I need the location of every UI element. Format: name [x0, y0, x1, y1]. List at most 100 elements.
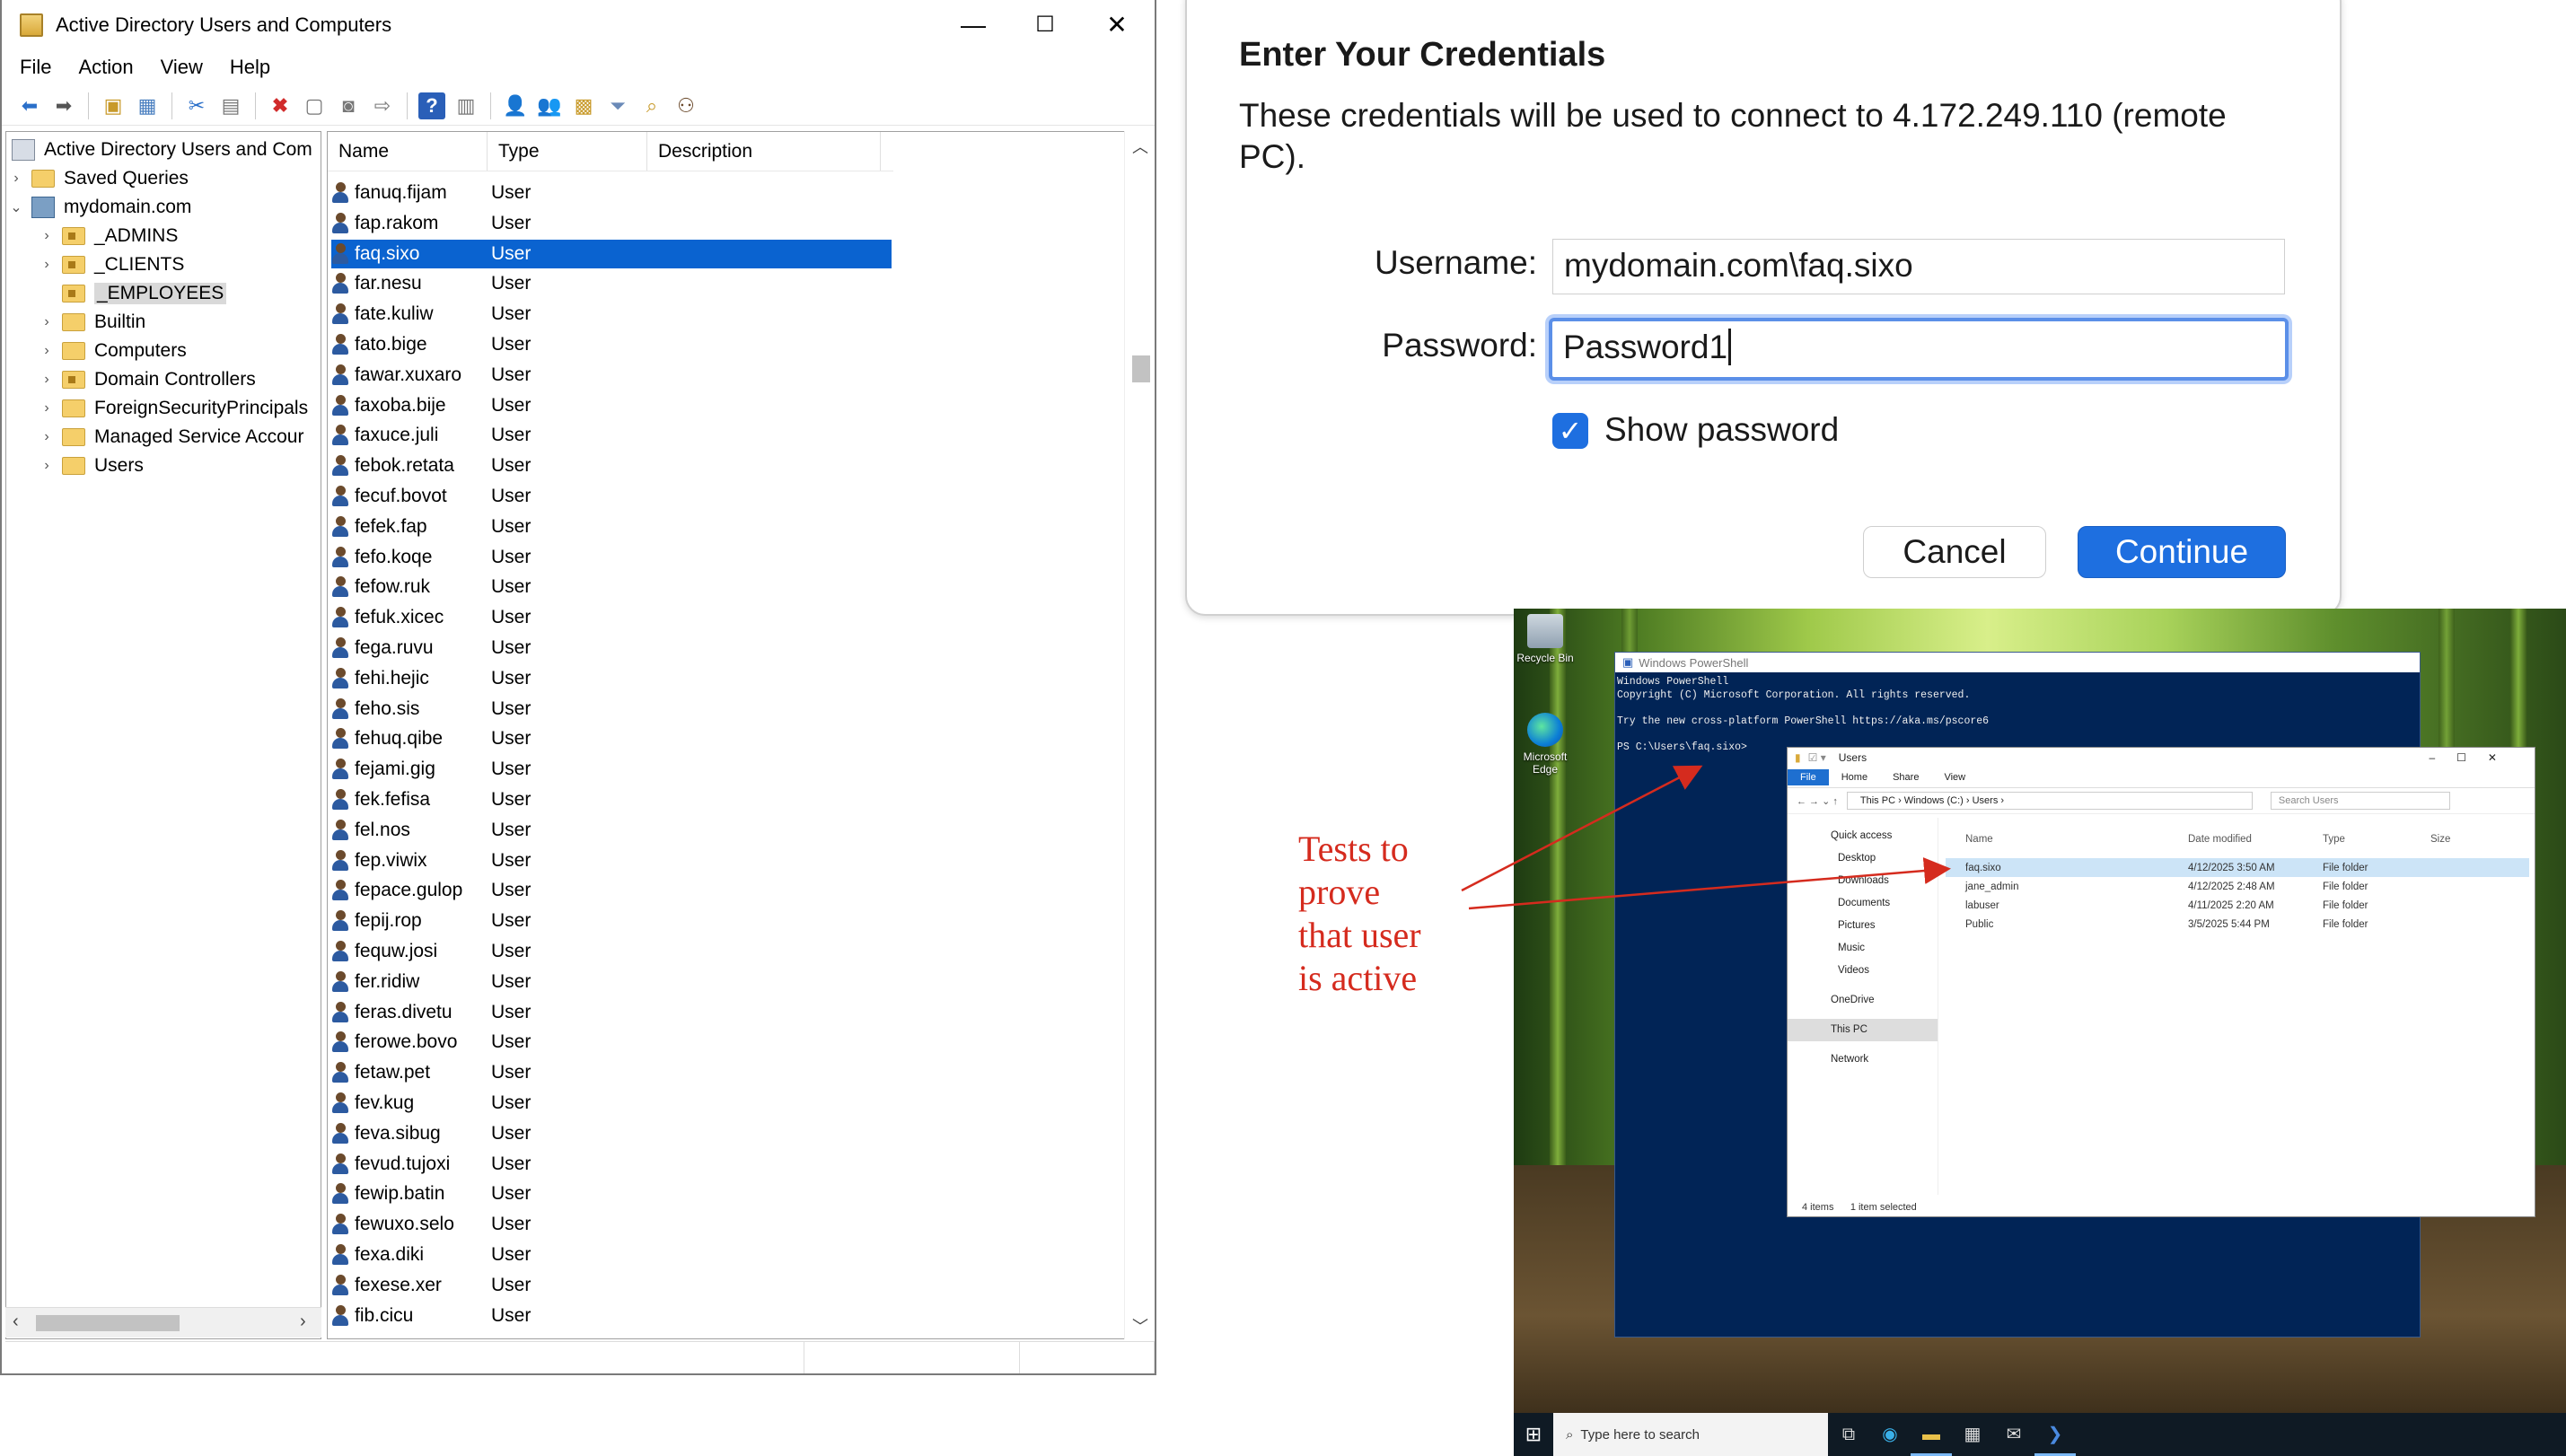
table-row[interactable]: fefow.ruk User	[331, 573, 892, 601]
table-row[interactable]: faxuce.juli User	[331, 421, 892, 450]
tree-users[interactable]: › Users	[39, 452, 144, 480]
table-row[interactable]: fehi.hejic User	[331, 664, 892, 693]
continue-button[interactable]: Continue	[2078, 526, 2286, 578]
tree-managed-service-accounts[interactable]: › Managed Service Accour	[39, 423, 303, 452]
minimize-button[interactable]: —	[955, 7, 991, 43]
cancel-button[interactable]: Cancel	[1863, 526, 2046, 578]
table-row[interactable]: fecuf.bovot User	[331, 482, 892, 511]
properties-icon[interactable]: ▢	[301, 92, 328, 119]
cut-icon[interactable]: ✂	[183, 92, 210, 119]
folder-row[interactable]: jane_admin 4/12/2025 2:48 AM File folder	[1946, 877, 2529, 896]
filter-icon[interactable]: ⏷	[604, 92, 631, 119]
table-row[interactable]: febok.retata User	[331, 452, 892, 480]
windows-start-icon[interactable]: ⊞	[1514, 1413, 1553, 1456]
table-row[interactable]: far.nesu User	[331, 269, 892, 298]
edge-desktop-icon[interactable]: Microsoft Edge	[1514, 713, 1577, 776]
file-explorer-taskbar-icon[interactable]: ▬	[1911, 1413, 1952, 1456]
nav-downloads[interactable]: Downloads	[1788, 870, 1938, 892]
table-row[interactable]: fepace.gulop User	[331, 876, 892, 905]
show-tree-icon[interactable]: ▦	[134, 92, 161, 119]
scrollbar-thumb[interactable]	[36, 1315, 180, 1331]
nav-quick-access[interactable]: Quick access	[1788, 825, 1938, 847]
up-folder-icon[interactable]: ▣	[100, 92, 127, 119]
new-ou-icon[interactable]: ▩	[570, 92, 597, 119]
nav-videos[interactable]: Videos	[1788, 960, 1938, 982]
chevron-right-icon[interactable]: ›	[39, 372, 55, 388]
explorer-search-input[interactable]: Search Users	[2270, 792, 2450, 810]
table-row[interactable]: fato.bige User	[331, 330, 892, 359]
table-row[interactable]: fehuq.qibe User	[331, 724, 892, 753]
column-name[interactable]: Name	[328, 132, 488, 171]
username-field[interactable]: mydomain.com\faq.sixo	[1552, 239, 2285, 294]
scrollbar-thumb[interactable]	[1132, 355, 1150, 382]
col-date[interactable]: Date modified	[2188, 834, 2323, 845]
table-row[interactable]: fanuq.fijam User	[331, 179, 892, 207]
table-row[interactable]: fer.ridiw User	[331, 968, 892, 996]
tree-ou-admins[interactable]: › _ADMINS	[39, 222, 178, 250]
delete-icon[interactable]: ✖	[267, 92, 294, 119]
col-size[interactable]: Size	[2430, 834, 2450, 845]
new-group-icon[interactable]: 👥	[536, 92, 563, 119]
quick-access-toolbar-icon[interactable]: ☑ ▾	[1808, 751, 1826, 764]
col-type[interactable]: Type	[2323, 834, 2430, 845]
tree-saved-queries[interactable]: › Saved Queries	[8, 164, 189, 193]
col-name[interactable]: Name	[1946, 834, 2188, 845]
table-row[interactable]: fawar.xuxaro User	[331, 361, 892, 390]
export-list-icon[interactable]: ⇨	[369, 92, 396, 119]
menu-action[interactable]: Action	[78, 56, 133, 79]
tree-domain[interactable]: ⌄ mydomain.com	[8, 193, 191, 222]
table-row[interactable]: fetaw.pet User	[331, 1058, 892, 1087]
table-row[interactable]: fel.nos User	[331, 816, 892, 845]
ribbon-view-tab[interactable]: View	[1931, 772, 1978, 783]
password-field[interactable]: Password1	[1549, 318, 2289, 381]
table-row[interactable]: fexa.diki User	[331, 1241, 892, 1269]
add-to-group-icon[interactable]: ⚇	[672, 92, 699, 119]
tree-domain-controllers[interactable]: › Domain Controllers	[39, 365, 255, 394]
forward-arrow-icon[interactable]: ➡	[50, 92, 77, 119]
column-description[interactable]: Description	[647, 132, 881, 171]
folder-row[interactable]: labuser 4/11/2025 2:20 AM File folder	[1946, 896, 2529, 915]
folder-row[interactable]: faq.sixo 4/12/2025 3:50 AM File folder	[1946, 858, 2529, 877]
folder-row[interactable]: Public 3/5/2025 5:44 PM File folder	[1946, 915, 2529, 934]
table-row[interactable]: fap.rakom User	[331, 209, 892, 238]
menu-file[interactable]: File	[20, 56, 51, 79]
nav-arrows-icon[interactable]: ← → ⌄ ↑	[1797, 795, 1838, 807]
column-type[interactable]: Type	[488, 132, 647, 171]
show-password-checkbox[interactable]: ✓	[1552, 413, 1588, 449]
scroll-down-icon[interactable]: ﹀	[1132, 1314, 1148, 1338]
show-password-label[interactable]: Show password	[1604, 411, 1839, 449]
mail-taskbar-icon[interactable]: ✉	[1993, 1413, 2034, 1456]
back-arrow-icon[interactable]: ⬅	[16, 92, 43, 119]
tree-ou-clients[interactable]: › _CLIENTS	[39, 250, 184, 279]
table-row[interactable]: fevud.tujoxi User	[331, 1150, 892, 1179]
scroll-left-icon[interactable]: ‹	[13, 1311, 19, 1332]
tree-builtin[interactable]: › Builtin	[39, 308, 145, 337]
maximize-button[interactable]: ☐	[1027, 7, 1063, 43]
copy-icon[interactable]: ▤	[217, 92, 244, 119]
table-row[interactable]: fexese.xer User	[331, 1271, 892, 1300]
table-row[interactable]: fate.kuliw User	[331, 300, 892, 329]
tree-foreign-security-principals[interactable]: › ForeignSecurityPrincipals	[39, 394, 308, 423]
help-icon[interactable]: ?	[418, 92, 445, 119]
tree-horizontal-scrollbar[interactable]: ‹ ›	[5, 1307, 321, 1338]
tree-root[interactable]: Active Directory Users and Com	[12, 136, 312, 164]
table-row[interactable]: fek.fefisa User	[331, 785, 892, 814]
scroll-up-icon[interactable]: ︿	[1132, 135, 1148, 158]
table-row[interactable]: fejami.gig User	[331, 755, 892, 784]
recycle-bin-desktop-icon[interactable]: Recycle Bin	[1514, 614, 1577, 664]
table-row[interactable]: faxoba.bije User	[331, 391, 892, 420]
nav-network[interactable]: Network	[1788, 1048, 1938, 1071]
menu-view[interactable]: View	[161, 56, 203, 79]
chevron-right-icon[interactable]: ›	[39, 314, 55, 330]
list-vertical-scrollbar[interactable]: ︿ ﹀	[1124, 131, 1155, 1339]
chevron-right-icon[interactable]: ›	[39, 400, 55, 417]
table-row[interactable]: fewip.batin User	[331, 1180, 892, 1208]
nav-this-pc[interactable]: This PC	[1788, 1019, 1938, 1041]
chevron-right-icon[interactable]: ›	[39, 343, 55, 359]
nav-music[interactable]: Music	[1788, 937, 1938, 960]
table-row[interactable]: fewuxo.selo User	[331, 1210, 892, 1239]
ribbon-home-tab[interactable]: Home	[1829, 772, 1880, 783]
new-user-icon[interactable]: 👤	[502, 92, 529, 119]
chevron-right-icon[interactable]: ›	[39, 429, 55, 445]
table-row[interactable]: ferowe.bovo User	[331, 1028, 892, 1057]
